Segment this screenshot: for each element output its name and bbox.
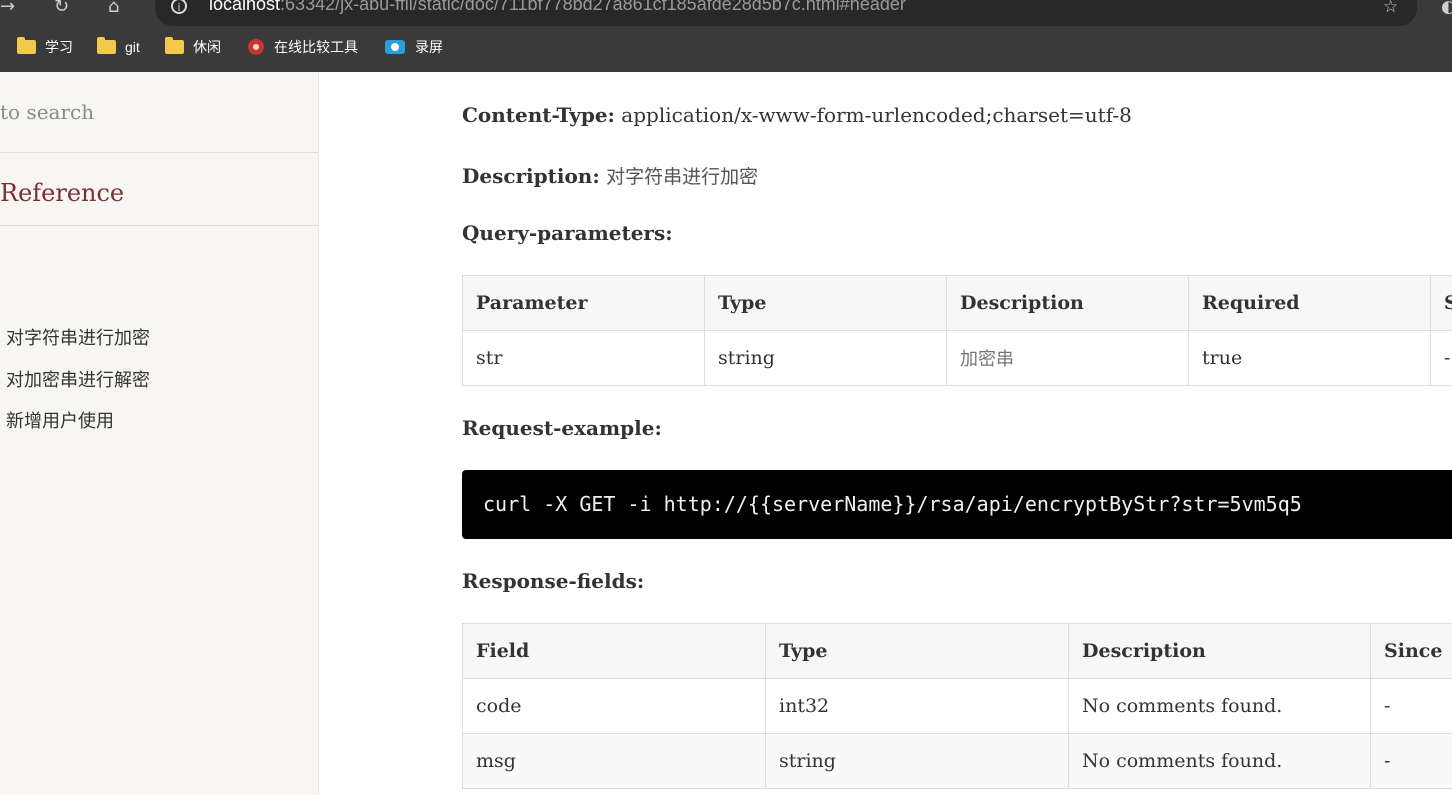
bookmark-label: 休闲 (193, 39, 221, 55)
search-input[interactable]: to search (0, 100, 94, 124)
column-header: Description (946, 275, 1189, 331)
sidebar: to search Reference 对字符串进行加密 对加密串进行解密 新增… (0, 72, 319, 795)
column-header: Required (1188, 275, 1431, 331)
column-header: Parameter (462, 275, 705, 331)
bookmark-label: git (125, 39, 140, 55)
column-header: Field (462, 623, 766, 679)
query-parameters-heading: Query-parameters: (462, 221, 673, 245)
table-cell: string (765, 733, 1069, 789)
folder-icon (165, 37, 184, 54)
table-header-row: Field Type Description Since (462, 623, 1452, 679)
sidebar-item-encrypt-string[interactable]: 对字符串进行加密 (6, 324, 150, 350)
table-row: code int32 No comments found. - (462, 678, 1452, 734)
request-code-block[interactable]: curl -X GET -i http://{{serverName}}/rsa… (462, 470, 1452, 539)
response-fields-table: Field Type Description Since code int32 … (462, 623, 1452, 789)
sidebar-item-decrypt-string[interactable]: 对加密串进行解密 (6, 366, 150, 392)
bookmark-label: 学习 (45, 39, 73, 55)
content-type-label: Content-Type: (462, 103, 615, 127)
home-icon[interactable]: ⌂ (108, 0, 119, 18)
browser-chrome: → ↻ ⌂ i localhost:63342/jx-abu-ffii/stat… (0, 0, 1452, 72)
table-row: str string 加密串 true - (462, 330, 1452, 386)
bookmark-compare-tool[interactable]: 在线比较工具 (248, 36, 358, 58)
reload-icon[interactable]: ↻ (54, 0, 69, 18)
folder-icon (97, 37, 116, 54)
folder-icon (17, 37, 36, 54)
column-header: Since (1430, 275, 1452, 331)
content-type-value: application/x-www-form-urlencoded;charse… (621, 103, 1132, 127)
sidebar-divider (0, 152, 318, 153)
column-header: Type (704, 275, 947, 331)
table-cell: No comments found. (1068, 678, 1371, 734)
table-cell: 加密串 (946, 330, 1189, 386)
table-row: msg string No comments found. - (462, 733, 1452, 789)
bookmark-screen-record[interactable]: 录屏 (385, 36, 443, 58)
sidebar-item-add-user[interactable]: 新增用户使用 (6, 407, 114, 433)
favorite-star-icon[interactable]: ☆ (1383, 0, 1398, 17)
description-value: 对字符串进行加密 (606, 166, 759, 188)
table-cell: No comments found. (1068, 733, 1371, 789)
forward-arrow-icon[interactable]: → (0, 0, 15, 18)
request-example-heading: Request-example: (462, 416, 662, 440)
browser-toolbar: → ↻ ⌂ i localhost:63342/jx-abu-ffii/stat… (0, 0, 1452, 26)
table-cell: code (462, 678, 766, 734)
table-cell: msg (462, 733, 766, 789)
description-line: Description: 对字符串进行加密 (462, 162, 758, 189)
response-fields-heading: Response-fields: (462, 569, 645, 593)
sidebar-reference-title[interactable]: Reference (0, 179, 124, 207)
url-path: :63342/jx-abu-ffii/static/doc/711bf778bd… (280, 0, 906, 14)
main-content: Content-Type: application/x-www-form-url… (462, 72, 1452, 795)
profile-icon[interactable]: ◐ (1441, 0, 1452, 17)
sidebar-divider (0, 225, 318, 226)
column-header: Type (765, 623, 1069, 679)
bookmarks-bar: 学习 git 休闲 在线比较工具 录屏 (0, 34, 1452, 60)
table-cell: - (1370, 678, 1452, 734)
table-cell: string (704, 330, 947, 386)
table-cell: - (1430, 330, 1452, 386)
bookmark-study[interactable]: 学习 (17, 36, 73, 58)
column-header: Description (1068, 623, 1371, 679)
bookmark-label: 录屏 (415, 39, 443, 55)
table-cell: - (1370, 733, 1452, 789)
column-header: Since (1370, 623, 1452, 679)
bookmark-leisure[interactable]: 休闲 (165, 36, 221, 58)
table-cell: str (462, 330, 705, 386)
content-type-line: Content-Type: application/x-www-form-url… (462, 103, 1132, 127)
url-host: localhost (209, 0, 281, 14)
bookmark-git[interactable]: git (97, 36, 140, 58)
doc-page: to search Reference 对字符串进行加密 对加密串进行解密 新增… (0, 72, 1452, 795)
screen-record-icon (385, 40, 405, 54)
table-header-row: Parameter Type Description Required Sinc… (462, 275, 1452, 331)
address-url[interactable]: localhost:63342/jx-abu-ffii/static/doc/7… (209, 0, 906, 15)
bookmark-label: 在线比较工具 (274, 39, 358, 55)
table-cell: int32 (765, 678, 1069, 734)
query-parameters-table: Parameter Type Description Required Sinc… (462, 275, 1452, 386)
description-label: Description: (462, 164, 600, 188)
compare-tool-icon (248, 39, 264, 55)
table-cell: true (1188, 330, 1431, 386)
